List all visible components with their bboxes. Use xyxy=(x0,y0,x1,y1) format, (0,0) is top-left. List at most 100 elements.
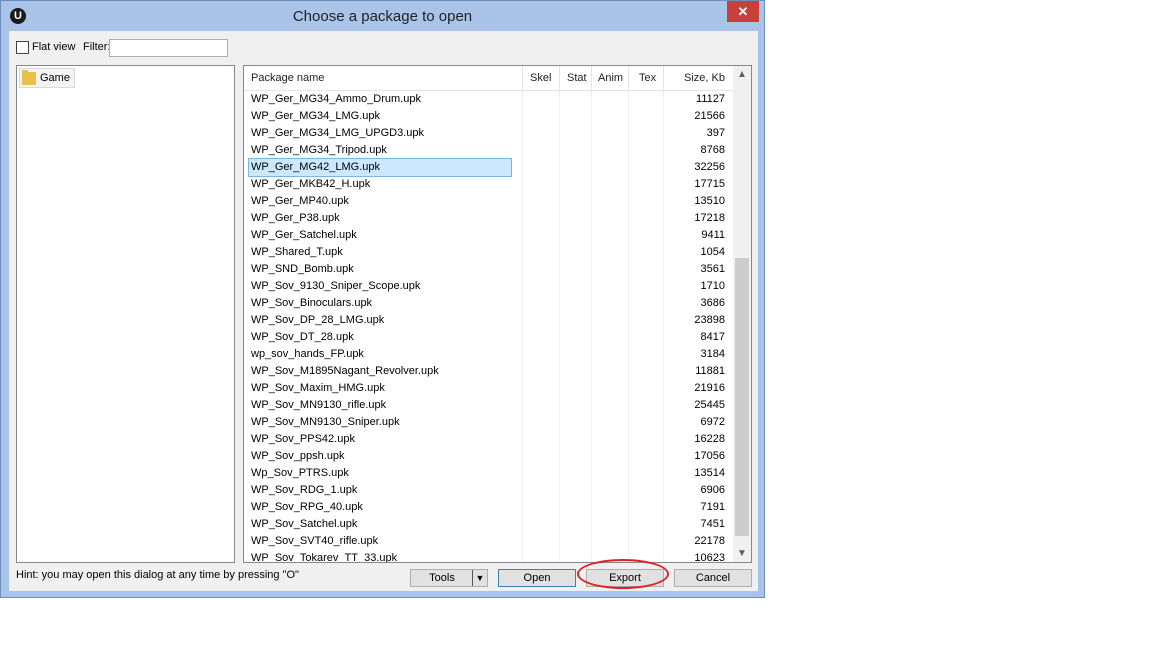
package-name-cell: WP_Ger_MG34_LMG_UPGD3.upk xyxy=(251,127,425,139)
column-divider[interactable] xyxy=(591,66,592,90)
column-header-package-name[interactable]: Package name xyxy=(251,66,324,90)
window-title: Choose a package to open xyxy=(292,8,473,25)
dialog-client-area: Flat view Filter: Game Package name Skel… xyxy=(9,31,758,591)
size-cell: 3686 xyxy=(700,297,725,309)
table-row[interactable]: WP_Sov_Tokarev_TT_33.upk 10623 xyxy=(244,550,733,563)
column-divider[interactable] xyxy=(522,66,523,90)
package-name-cell: WP_SND_Bomb.upk xyxy=(251,263,354,275)
filter-label: Filter: xyxy=(83,41,111,53)
column-header-stat[interactable]: Stat xyxy=(567,66,587,90)
package-name-cell: WP_Sov_Binoculars.upk xyxy=(251,297,373,309)
package-name-cell: WP_Ger_MG42_LMG.upk xyxy=(248,158,512,177)
size-cell: 23898 xyxy=(694,314,725,326)
table-row[interactable]: WP_Shared_T.upk 1054 xyxy=(244,244,733,261)
scrollbar-thumb[interactable] xyxy=(735,258,749,536)
size-cell: 17218 xyxy=(694,212,725,224)
table-row[interactable]: WP_Ger_MG34_LMG.upk 21566 xyxy=(244,108,733,125)
table-row[interactable]: Wp_Sov_PTRS.upk 13514 xyxy=(244,465,733,482)
size-cell: 1710 xyxy=(700,280,725,292)
package-name-cell: WP_Sov_ppsh.upk xyxy=(251,450,345,462)
filter-input[interactable] xyxy=(109,39,228,57)
table-row[interactable]: WP_Ger_Satchel.upk 9411 xyxy=(244,227,733,244)
package-name-cell: WP_Sov_SVT40_rifle.upk xyxy=(251,535,379,547)
table-row[interactable]: WP_Ger_MP40.upk 13510 xyxy=(244,193,733,210)
table-row[interactable]: WP_Sov_Maxim_HMG.upk 21916 xyxy=(244,380,733,397)
scroll-up-icon[interactable]: ▲ xyxy=(733,66,751,83)
size-cell: 7191 xyxy=(700,501,725,513)
table-row[interactable]: WP_Ger_P38.upk 17218 xyxy=(244,210,733,227)
scroll-down-icon[interactable]: ▼ xyxy=(733,545,751,562)
package-name-cell: WP_Ger_P38.upk xyxy=(251,212,340,224)
flat-view-label[interactable]: Flat view xyxy=(32,41,75,53)
column-divider[interactable] xyxy=(628,66,629,90)
dropdown-arrow-icon[interactable]: ▼ xyxy=(472,570,487,586)
close-button[interactable]: ✕ xyxy=(727,1,759,22)
size-cell: 3561 xyxy=(700,263,725,275)
tools-label: Tools xyxy=(429,572,455,584)
column-header-skel[interactable]: Skel xyxy=(530,66,551,90)
size-cell: 11127 xyxy=(696,93,725,105)
package-list[interactable]: Package name Skel Stat Anim Tex Size, Kb… xyxy=(243,65,752,563)
table-row[interactable]: WP_Sov_PPS42.upk 16228 xyxy=(244,431,733,448)
flat-view-checkbox[interactable] xyxy=(16,41,29,54)
tools-button[interactable]: Tools ▼ xyxy=(410,569,488,587)
size-cell: 1054 xyxy=(700,246,725,258)
package-name-cell: WP_Sov_Maxim_HMG.upk xyxy=(251,382,385,394)
package-name-cell: WP_Sov_RPG_40.upk xyxy=(251,501,363,513)
package-name-cell: WP_Sov_PPS42.upk xyxy=(251,433,355,445)
size-cell: 7451 xyxy=(700,518,725,530)
column-header-tex[interactable]: Tex xyxy=(639,66,656,90)
table-row[interactable]: WP_Sov_DP_28_LMG.upk 23898 xyxy=(244,312,733,329)
table-row[interactable]: WP_Ger_MKB42_H.upk 17715 xyxy=(244,176,733,193)
column-header-size[interactable]: Size, Kb xyxy=(664,66,725,90)
table-row[interactable]: WP_Sov_MN9130_Sniper.upk 6972 xyxy=(244,414,733,431)
size-cell: 32256 xyxy=(694,161,725,173)
size-cell: 9411 xyxy=(701,229,725,241)
table-row[interactable]: WP_Sov_DT_28.upk 8417 xyxy=(244,329,733,346)
tree-item-label: Game xyxy=(40,72,70,84)
folder-tree[interactable]: Game xyxy=(16,65,235,563)
size-cell: 13510 xyxy=(694,195,725,207)
table-row[interactable]: WP_Sov_SVT40_rifle.upk 22178 xyxy=(244,533,733,550)
column-header-anim[interactable]: Anim xyxy=(598,66,623,90)
package-name-cell: WP_Sov_MN9130_rifle.upk xyxy=(251,399,387,411)
table-row[interactable]: WP_Ger_MG34_Tripod.upk 8768 xyxy=(244,142,733,159)
table-row[interactable]: WP_Sov_ppsh.upk 17056 xyxy=(244,448,733,465)
table-row[interactable]: WP_SND_Bomb.upk 3561 xyxy=(244,261,733,278)
cancel-button[interactable]: Cancel xyxy=(674,569,752,587)
table-row[interactable]: WP_Sov_RDG_1.upk 6906 xyxy=(244,482,733,499)
package-name-cell: WP_Ger_MG34_Ammo_Drum.upk xyxy=(251,93,421,105)
package-name-cell: WP_Ger_MG34_LMG.upk xyxy=(251,110,380,122)
table-row[interactable]: WP_Sov_9130_Sniper_Scope.upk 1710 xyxy=(244,278,733,295)
open-package-dialog: U Choose a package to open ✕ Flat view F… xyxy=(0,0,765,598)
size-cell: 6906 xyxy=(700,484,725,496)
package-name-cell: WP_Sov_MN9130_Sniper.upk xyxy=(251,416,400,428)
size-cell: 13514 xyxy=(694,467,725,479)
size-cell: 397 xyxy=(706,127,725,139)
open-button[interactable]: Open xyxy=(498,569,576,587)
table-row[interactable]: WP_Sov_RPG_40.upk 7191 xyxy=(244,499,733,516)
table-row[interactable]: WP_Ger_MG34_LMG_UPGD3.upk 397 xyxy=(244,125,733,142)
package-name-cell: WP_Sov_9130_Sniper_Scope.upk xyxy=(251,280,421,292)
table-row[interactable]: WP_Sov_Satchel.upk 7451 xyxy=(244,516,733,533)
table-row[interactable]: WP_Sov_M1895Nagant_Revolver.upk 11881 xyxy=(244,363,733,380)
title-bar[interactable]: U Choose a package to open ✕ xyxy=(1,1,764,31)
package-name-cell: WP_Shared_T.upk xyxy=(251,246,343,258)
package-name-cell: WP_Ger_MKB42_H.upk xyxy=(251,178,371,190)
table-row[interactable]: WP_Sov_Binoculars.upk 3686 xyxy=(244,295,733,312)
vertical-scrollbar[interactable]: ▲ ▼ xyxy=(733,66,751,562)
column-divider[interactable] xyxy=(559,66,560,90)
table-row[interactable]: wp_sov_hands_FP.upk 3184 xyxy=(244,346,733,363)
size-cell: 17715 xyxy=(694,178,725,190)
size-cell: 8768 xyxy=(700,144,725,156)
table-row[interactable]: WP_Ger_MG34_Ammo_Drum.upk 11127 xyxy=(244,91,733,108)
table-row[interactable]: WP_Ger_MG42_LMG.upk 32256 xyxy=(244,158,733,177)
table-row[interactable]: WP_Sov_MN9130_rifle.upk 25445 xyxy=(244,397,733,414)
tree-item-game[interactable]: Game xyxy=(19,68,75,88)
package-name-cell: Wp_Sov_PTRS.upk xyxy=(251,467,349,479)
size-cell: 11881 xyxy=(695,365,725,377)
package-name-cell: WP_Ger_Satchel.upk xyxy=(251,229,357,241)
red-highlight-circle xyxy=(577,559,669,589)
size-cell: 10623 xyxy=(694,552,725,563)
size-cell: 6972 xyxy=(700,416,725,428)
